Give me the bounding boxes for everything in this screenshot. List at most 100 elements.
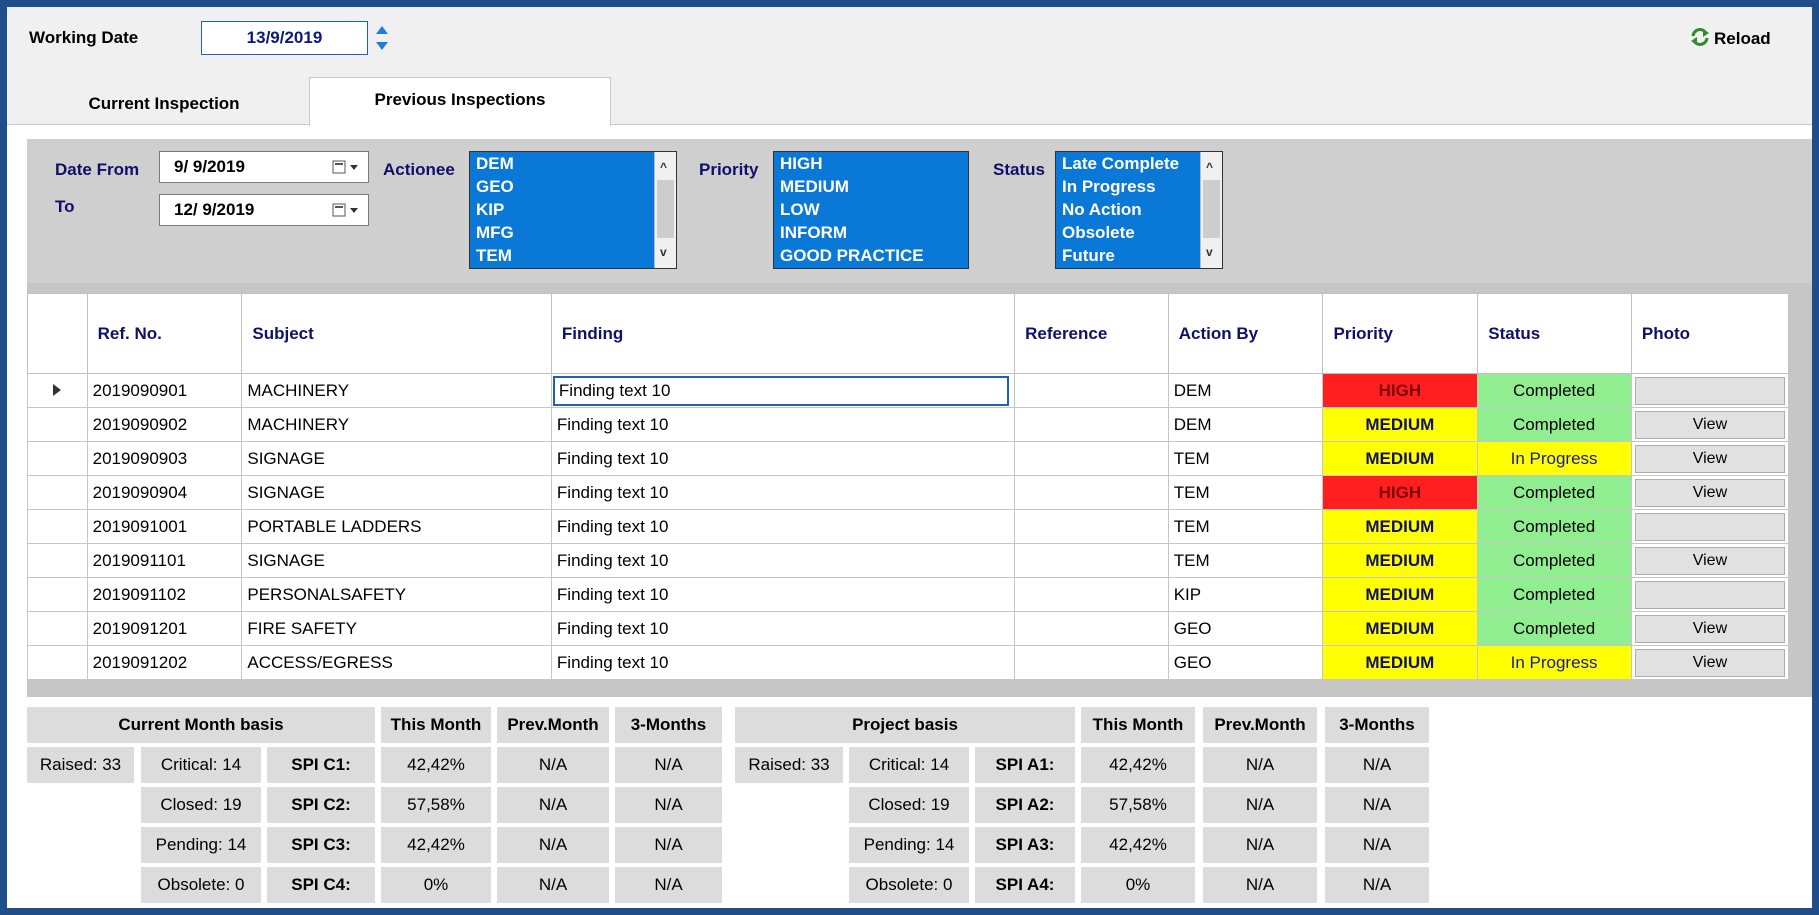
- reference-cell[interactable]: [1014, 645, 1169, 680]
- subject-cell[interactable]: ACCESS/EGRESS: [241, 645, 552, 680]
- column-header[interactable]: Status: [1477, 293, 1632, 374]
- scroll-down-icon[interactable]: v: [660, 241, 672, 264]
- subject-cell[interactable]: PERSONALSAFETY: [241, 577, 552, 612]
- row-header[interactable]: [27, 373, 88, 408]
- priority-cell[interactable]: MEDIUM: [1322, 645, 1479, 680]
- finding-cell[interactable]: Finding text 10: [550, 543, 1016, 578]
- ref-no-cell[interactable]: 2019090903: [86, 441, 243, 476]
- ref-no-cell[interactable]: 2019091101: [86, 543, 243, 578]
- reference-cell[interactable]: [1014, 441, 1169, 476]
- priority-option[interactable]: INFORM: [780, 221, 968, 244]
- status-cell[interactable]: In Progress: [1477, 645, 1632, 680]
- reference-cell[interactable]: [1014, 509, 1169, 544]
- date-to-picker[interactable]: 12/ 9/2019: [159, 194, 369, 226]
- row-header[interactable]: [27, 577, 88, 612]
- subject-cell[interactable]: MACHINERY: [241, 407, 552, 442]
- ref-no-cell[interactable]: 2019090904: [86, 475, 243, 510]
- reference-cell[interactable]: [1014, 611, 1169, 646]
- ref-no-cell[interactable]: 2019091001: [86, 509, 243, 544]
- priority-cell[interactable]: MEDIUM: [1322, 577, 1479, 612]
- finding-cell[interactable]: Finding text 10: [550, 475, 1016, 510]
- scroll-up-icon[interactable]: ^: [1206, 156, 1218, 179]
- finding-cell[interactable]: Finding text 10: [550, 373, 1016, 408]
- priority-cell[interactable]: HIGH: [1322, 373, 1479, 408]
- priority-cell[interactable]: MEDIUM: [1322, 509, 1479, 544]
- calendar-dropdown-icon[interactable]: [332, 160, 360, 174]
- scroll-up-icon[interactable]: ^: [660, 156, 672, 179]
- ref-no-cell[interactable]: 2019090902: [86, 407, 243, 442]
- tab-current-inspection[interactable]: Current Inspection: [19, 83, 309, 125]
- priority-cell[interactable]: MEDIUM: [1322, 611, 1479, 646]
- table-row[interactable]: 2019091201 FIRE SAFETY Finding text 10 GEO M…: [27, 611, 1790, 646]
- priority-cell[interactable]: MEDIUM: [1322, 441, 1479, 476]
- finding-cell[interactable]: Finding text 10: [550, 441, 1016, 476]
- photo-view-button[interactable]: View: [1634, 444, 1785, 473]
- actionee-option[interactable]: KIP: [476, 198, 654, 221]
- status-option[interactable]: No Action: [1062, 198, 1200, 221]
- column-header[interactable]: Priority: [1322, 293, 1479, 374]
- subject-cell[interactable]: SIGNAGE: [241, 475, 552, 510]
- table-row[interactable]: 2019090901 MACHINERY Finding text 10 DEM HIG…: [27, 373, 1790, 408]
- ref-no-cell[interactable]: 2019091102: [86, 577, 243, 612]
- action-by-cell[interactable]: GEO: [1167, 611, 1324, 646]
- row-header[interactable]: [27, 645, 88, 680]
- actionee-option[interactable]: TEM: [476, 244, 654, 267]
- finding-edit-field[interactable]: Finding text 10: [552, 375, 1010, 406]
- finding-cell[interactable]: Finding text 10: [550, 577, 1016, 612]
- table-row[interactable]: 2019091001 PORTABLE LADDERS Finding text 1…: [27, 509, 1790, 544]
- photo-view-button[interactable]: View: [1634, 614, 1785, 643]
- reload-button[interactable]: Reload: [1689, 27, 1771, 49]
- action-by-cell[interactable]: DEM: [1167, 407, 1324, 442]
- priority-option[interactable]: MEDIUM: [780, 175, 968, 198]
- photo-view-button[interactable]: [1634, 580, 1785, 609]
- table-row[interactable]: 2019091202 ACCESS/EGRESS Finding text 10 GE…: [27, 645, 1790, 680]
- priority-cell[interactable]: MEDIUM: [1322, 407, 1479, 442]
- reference-cell[interactable]: [1014, 543, 1169, 578]
- priority-option[interactable]: LOW: [780, 198, 968, 221]
- action-by-cell[interactable]: KIP: [1167, 577, 1324, 612]
- table-row[interactable]: 2019090902 MACHINERY Finding text 10 DEM MED…: [27, 407, 1790, 442]
- action-by-cell[interactable]: TEM: [1167, 441, 1324, 476]
- reference-cell[interactable]: [1014, 373, 1169, 408]
- finding-cell[interactable]: Finding text 10: [550, 509, 1016, 544]
- calendar-dropdown-icon[interactable]: [332, 203, 360, 217]
- subject-cell[interactable]: SIGNAGE: [241, 543, 552, 578]
- column-header[interactable]: Photo: [1630, 293, 1790, 374]
- date-spinner-icon[interactable]: [373, 23, 391, 53]
- action-by-cell[interactable]: TEM: [1167, 509, 1324, 544]
- action-by-cell[interactable]: DEM: [1167, 373, 1324, 408]
- status-option[interactable]: Late Complete: [1062, 152, 1200, 175]
- priority-listbox[interactable]: HIGH MEDIUM LOW INFORM GOOD PRACTICE: [773, 151, 969, 269]
- ref-no-cell[interactable]: 2019091201: [86, 611, 243, 646]
- column-header[interactable]: Subject: [241, 293, 552, 374]
- status-cell[interactable]: Completed: [1477, 373, 1632, 408]
- ref-no-cell[interactable]: 2019091202: [86, 645, 243, 680]
- reference-cell[interactable]: [1014, 577, 1169, 612]
- reference-cell[interactable]: [1014, 475, 1169, 510]
- status-option[interactable]: Obsolete: [1062, 221, 1200, 244]
- photo-view-button[interactable]: [1634, 512, 1785, 541]
- subject-cell[interactable]: PORTABLE LADDERS: [241, 509, 552, 544]
- row-header[interactable]: [27, 475, 88, 510]
- row-header[interactable]: [27, 441, 88, 476]
- photo-view-button[interactable]: View: [1634, 648, 1785, 677]
- working-date-field[interactable]: 13/9/2019: [201, 21, 368, 55]
- reference-cell[interactable]: [1014, 407, 1169, 442]
- row-header[interactable]: [27, 509, 88, 544]
- finding-cell[interactable]: Finding text 10: [550, 407, 1016, 442]
- finding-cell[interactable]: Finding text 10: [550, 611, 1016, 646]
- photo-view-button[interactable]: [1634, 376, 1785, 405]
- tab-previous-inspections[interactable]: Previous Inspections: [309, 77, 611, 126]
- actionee-option[interactable]: MFG: [476, 221, 654, 244]
- status-option[interactable]: Future: [1062, 244, 1200, 267]
- column-header[interactable]: Ref. No.: [86, 293, 243, 374]
- date-from-picker[interactable]: 9/ 9/2019: [159, 151, 369, 183]
- scroll-thumb[interactable]: [1203, 180, 1220, 238]
- row-header[interactable]: [27, 407, 88, 442]
- status-cell[interactable]: In Progress: [1477, 441, 1632, 476]
- photo-view-button[interactable]: View: [1634, 410, 1785, 439]
- photo-view-button[interactable]: View: [1634, 478, 1785, 507]
- scroll-down-icon[interactable]: v: [1206, 241, 1218, 264]
- row-header[interactable]: [27, 543, 88, 578]
- status-cell[interactable]: Completed: [1477, 543, 1632, 578]
